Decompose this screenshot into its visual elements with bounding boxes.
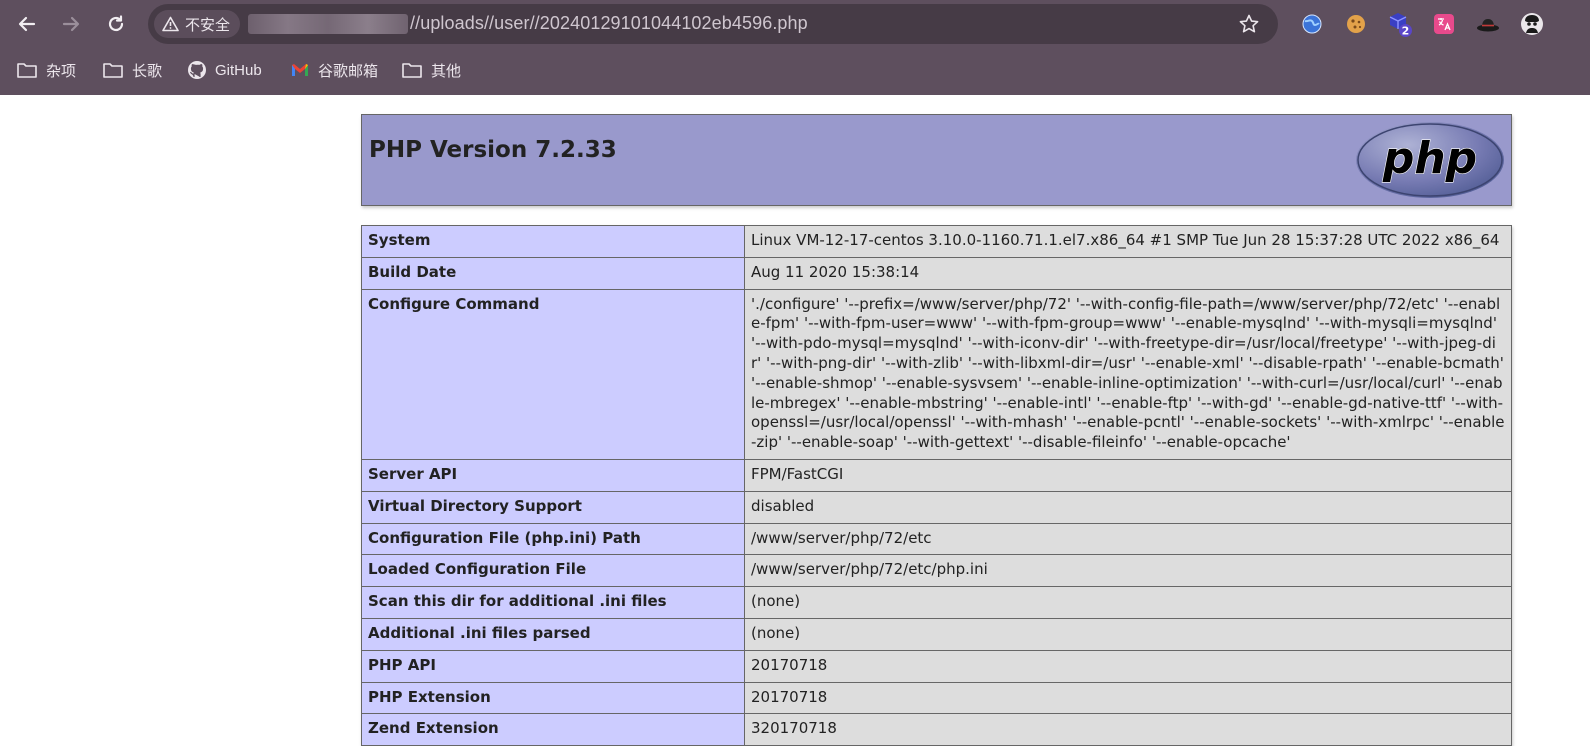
table-row: PHP API 20170718	[361, 649, 1512, 683]
row-value: Aug 11 2020 15:38:14	[744, 256, 1512, 290]
extension-badge: 2	[1402, 25, 1410, 38]
table-row: Additional .ini files parsed (none)	[361, 617, 1512, 651]
extension-cookie[interactable]	[1342, 10, 1370, 38]
folder-icon	[402, 63, 422, 78]
page-title: PHP Version 7.2.33	[369, 137, 617, 163]
reload-icon	[108, 15, 124, 32]
address-bar[interactable]: 不安全 //uploads//user//20240129101044102eb…	[148, 4, 1278, 44]
row-value: 20170718	[744, 681, 1512, 715]
browser-chrome: 不安全 //uploads//user//20240129101044102eb…	[0, 0, 1590, 95]
row-label: Configure Command	[361, 288, 745, 460]
profile-avatar[interactable]	[1518, 10, 1546, 38]
row-value: 20170718	[744, 649, 1512, 683]
php-logo-text: php	[1382, 133, 1477, 184]
extension-hat[interactable]	[1474, 10, 1502, 38]
forward-button[interactable]	[56, 9, 86, 39]
phpinfo-header: PHP Version 7.2.33 php	[361, 114, 1512, 206]
avatar-icon	[1521, 13, 1543, 35]
table-row: Virtual Directory Support disabled	[361, 490, 1512, 524]
row-label: Build Date	[361, 256, 745, 290]
php-logo[interactable]: php	[1355, 121, 1505, 203]
php-logo-icon: php	[1356, 122, 1504, 198]
bookmark-gmail[interactable]: 谷歌邮箱	[290, 58, 378, 82]
github-icon	[188, 61, 206, 79]
table-row: Scan this dir for additional .ini files(…	[361, 586, 1512, 619]
row-value: (none)	[744, 617, 1512, 651]
table-row: System Linux VM-12-17-centos 3.10.0-1160.…	[361, 225, 1512, 258]
reload-button[interactable]	[101, 9, 131, 39]
row-value: /www/server/php/72/etc	[744, 522, 1512, 556]
folder-icon	[17, 63, 37, 78]
security-chip[interactable]: 不安全	[154, 10, 241, 38]
row-value: FPM/FastCGI	[744, 458, 1512, 492]
extension-globe[interactable]	[1298, 10, 1326, 38]
bookmark-folder-other[interactable]: 其他	[401, 58, 461, 82]
bookmark-label: 谷歌邮箱	[318, 62, 379, 80]
bookmark-folder-misc[interactable]: 杂项	[16, 58, 76, 82]
star-icon	[1239, 14, 1259, 33]
extension-translate[interactable]	[1430, 10, 1458, 38]
warning-icon	[162, 16, 179, 32]
translate-icon	[1434, 14, 1454, 34]
globe-icon	[1302, 14, 1322, 34]
blurred-host	[248, 14, 408, 34]
back-arrow-icon	[18, 16, 36, 32]
security-label: 不安全	[185, 15, 231, 34]
table-row: Zend Extension 320170718	[361, 713, 1512, 746]
row-value: './configure' '--prefix=/www/server/php/…	[744, 288, 1512, 460]
hat-icon	[1477, 19, 1499, 32]
bookmark-github[interactable]: GitHub	[187, 58, 262, 82]
bookmarks-bar: 杂项 长歌 GitHub 谷歌邮箱 其他	[0, 50, 1590, 90]
table-row: Build Date Aug 11 2020 15:38:14	[361, 256, 1512, 290]
bookmark-label: 杂项	[46, 62, 77, 80]
info-table: System Linux VM-12-17-centos 3.10.0-1160.…	[361, 225, 1512, 746]
row-label: Loaded Configuration File	[361, 554, 745, 588]
forward-arrow-icon	[62, 16, 80, 32]
row-value: 320170718	[744, 713, 1512, 746]
row-label: Zend Extension	[361, 713, 745, 746]
cookie-icon	[1347, 15, 1365, 33]
row-label: Scan this dir for additional .ini files	[361, 586, 745, 619]
table-row: Loaded Configuration File/www/server/php…	[361, 554, 1512, 588]
bookmark-folder-changge[interactable]: 长歌	[102, 58, 162, 82]
info-table-body: System Linux VM-12-17-centos 3.10.0-1160.…	[361, 225, 1512, 746]
bookmark-label: 长歌	[132, 62, 163, 80]
row-label: System	[361, 225, 745, 258]
row-value: /www/server/php/72/etc/php.ini	[744, 554, 1512, 588]
table-row: PHP Extension 20170718	[361, 681, 1512, 715]
row-value: disabled	[744, 490, 1512, 524]
row-value: (none)	[744, 586, 1512, 619]
bookmark-label: GitHub	[215, 61, 262, 79]
table-row: Server API FPM/FastCGI	[361, 458, 1512, 492]
table-row: Configure Command './configure' '--prefix…	[361, 288, 1512, 460]
row-label: PHP Extension	[361, 681, 745, 715]
bookmark-label: 其他	[431, 62, 462, 80]
url-text[interactable]: //uploads//user//20240129101044102eb4596…	[410, 13, 808, 34]
bookmark-star-button[interactable]	[1238, 13, 1260, 39]
row-label: Configuration File (php.ini) Path	[361, 522, 745, 556]
row-label: Virtual Directory Support	[361, 490, 745, 524]
folder-icon	[103, 63, 123, 78]
back-button[interactable]	[12, 9, 42, 39]
browser-toolbar: 不安全 //uploads//user//20240129101044102eb…	[0, 0, 1590, 48]
extension-cube[interactable]: 2	[1386, 10, 1414, 38]
row-label: PHP API	[361, 649, 745, 683]
row-value: Linux VM-12-17-centos 3.10.0-1160.71.1.e…	[744, 225, 1512, 258]
gmail-icon	[292, 64, 308, 76]
phpinfo-content: PHP Version 7.2.33 php System Linux VM-12…	[361, 114, 1512, 746]
cube-icon: 2	[1389, 13, 1412, 38]
row-label: Additional .ini files parsed	[361, 617, 745, 651]
table-row: Configuration File (php.ini) Path/www/se…	[361, 522, 1512, 556]
row-label: Server API	[361, 458, 745, 492]
